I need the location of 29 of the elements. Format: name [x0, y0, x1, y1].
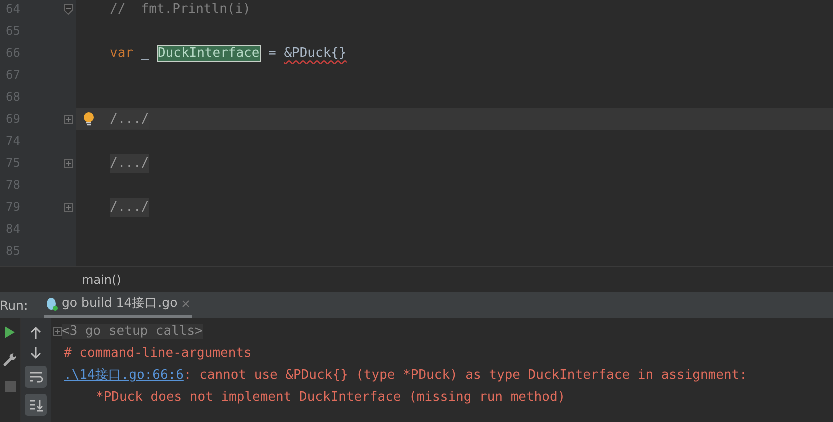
scroll-to-end-icon[interactable]	[25, 394, 47, 416]
run-label: Run:	[0, 298, 30, 312]
down-arrow-icon[interactable]	[30, 346, 42, 360]
error-message: *PDuck does not implement DuckInterface (missing run method)	[96, 390, 566, 404]
expand-fold-icon[interactable]	[64, 202, 73, 212]
lightbulb-icon[interactable]	[83, 112, 95, 126]
code-comment: // fmt.Println(i)	[110, 2, 251, 16]
code-keyword: var	[110, 46, 134, 60]
breadcrumb[interactable]: main()	[82, 272, 122, 286]
expand-fold-icon[interactable]	[64, 158, 73, 168]
run-icon[interactable]	[4, 326, 16, 339]
expand-fold-icon[interactable]	[53, 326, 62, 336]
collapse-fold-icon[interactable]	[64, 4, 73, 14]
wrench-icon[interactable]	[3, 353, 17, 367]
code-text: =	[268, 46, 278, 60]
up-arrow-icon[interactable]	[30, 326, 42, 340]
file-link[interactable]: .\14接口.go:66:6	[64, 366, 184, 384]
selected-identifier: DuckInterface	[156, 44, 261, 62]
error-message: : cannot use &PDuck{} (type *PDuck) as type DuckInterface in assignment:	[184, 368, 748, 382]
gopher-icon	[46, 296, 58, 310]
error-message: # command-line-arguments	[64, 346, 252, 360]
error-expression: &PDuck{}	[284, 46, 347, 60]
folded-output: <3 go setup calls>	[62, 324, 203, 338]
folded-code: /.../	[110, 198, 150, 216]
folded-code: /.../	[110, 154, 150, 172]
expand-fold-icon[interactable]	[64, 114, 73, 124]
code-text: _	[140, 46, 150, 60]
run-tab[interactable]: go build 14接口.go	[44, 292, 192, 318]
soft-wrap-icon[interactable]	[25, 366, 47, 388]
